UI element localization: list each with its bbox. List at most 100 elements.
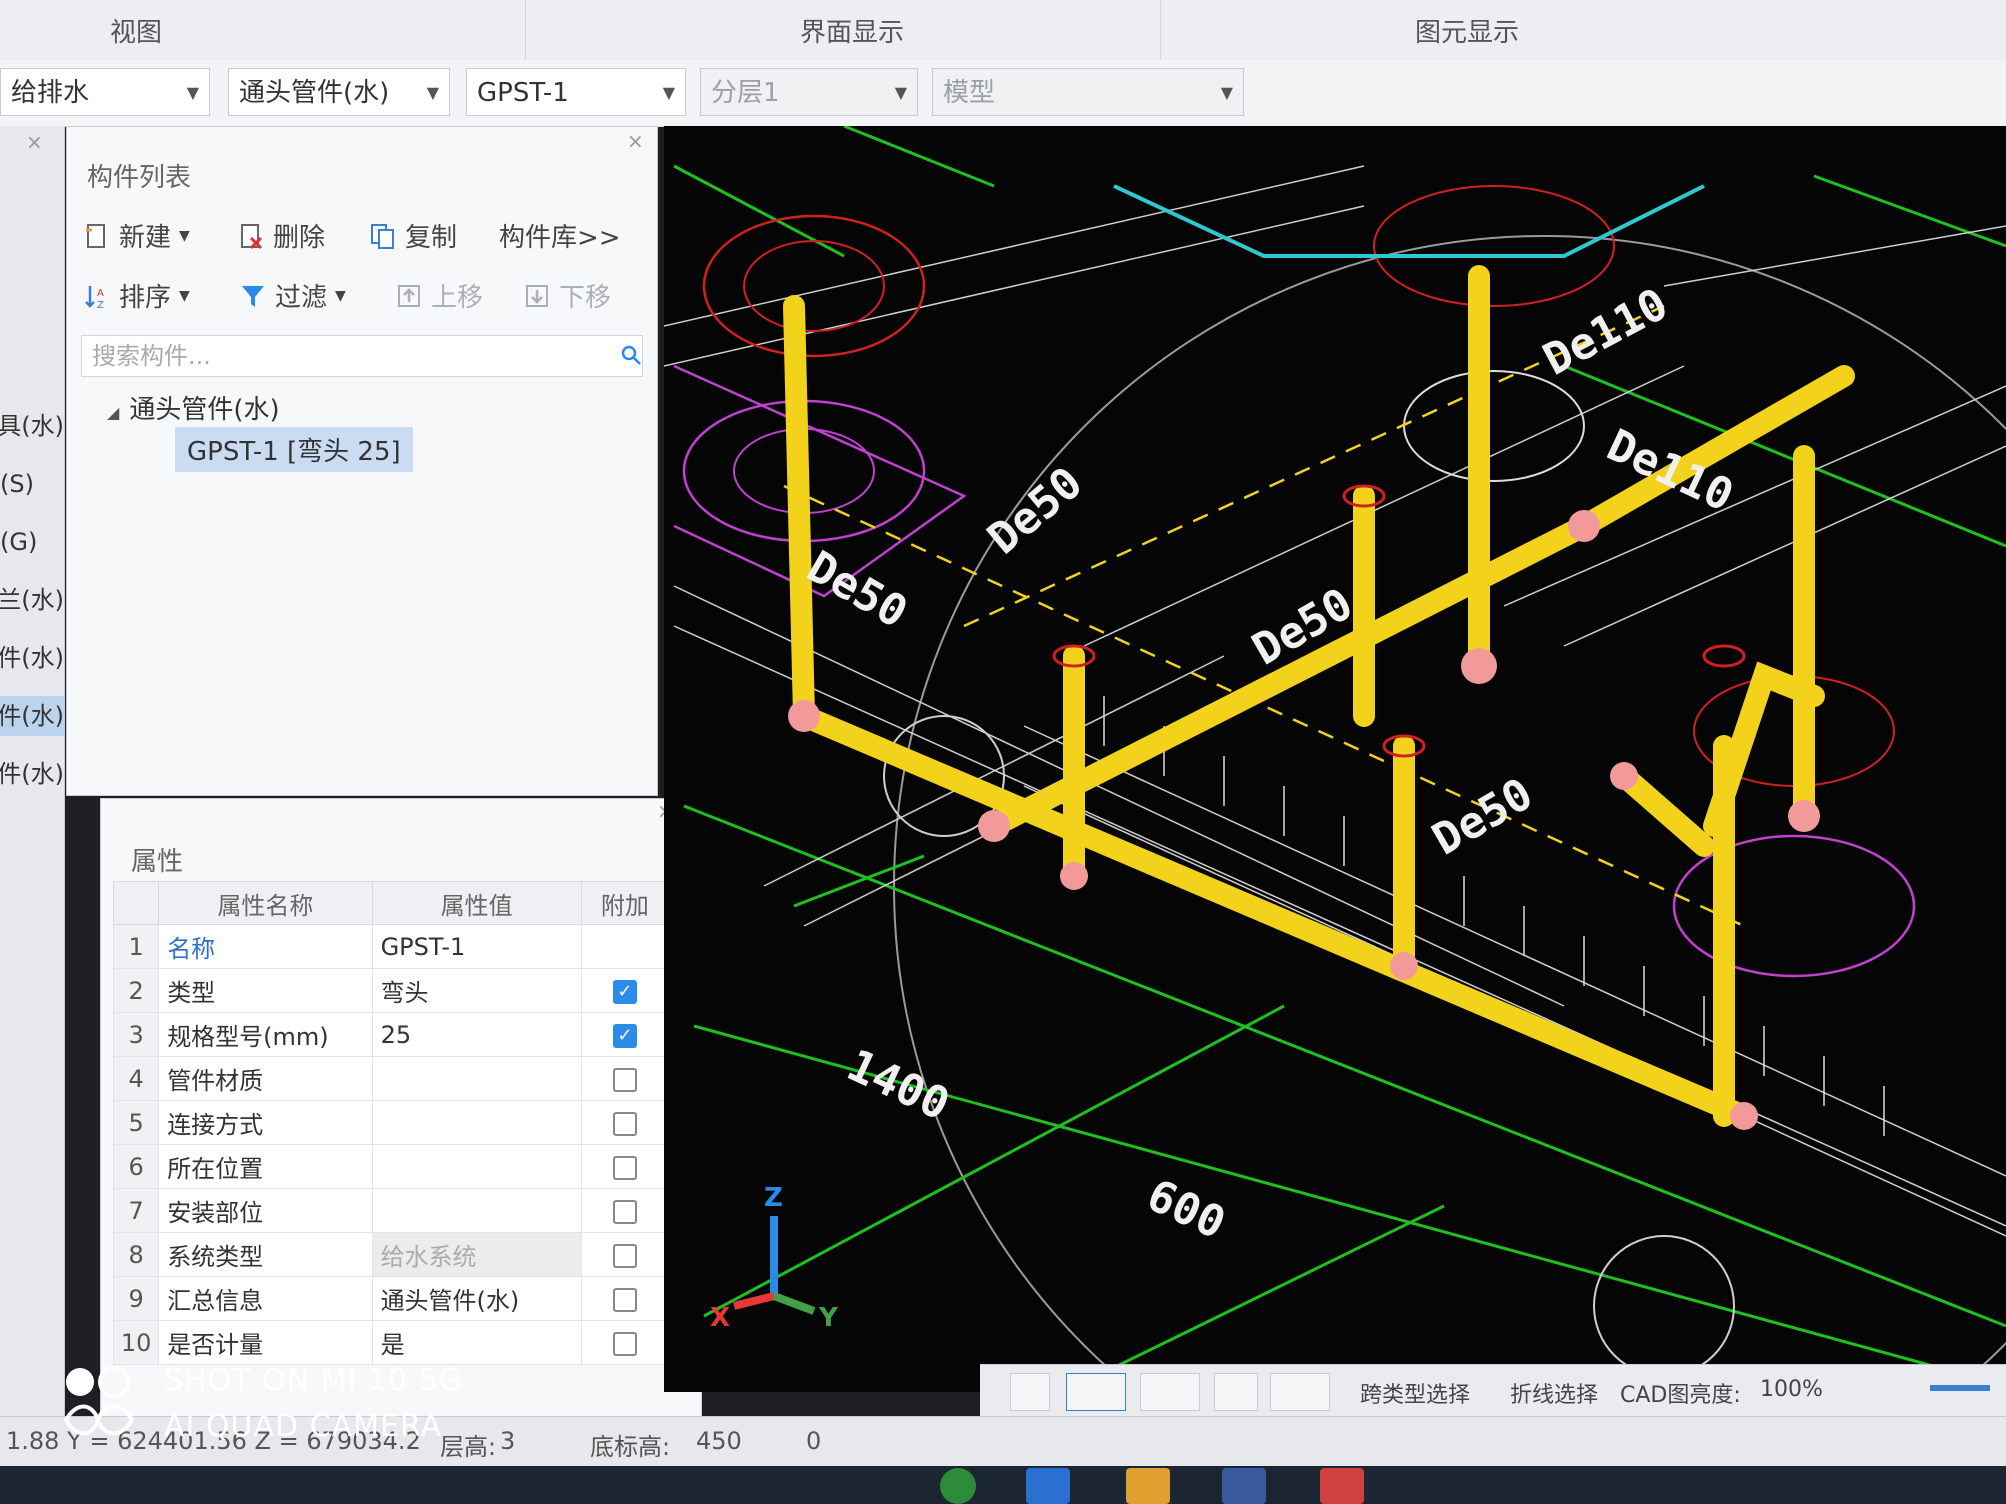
- strip-item[interactable]: 附件(水): [0, 638, 64, 678]
- cad-3d-viewport[interactable]: De50 De50 De50 De50 De110 De110 1400 600…: [664, 126, 2006, 1392]
- system-combo-value: 给排水: [11, 78, 90, 108]
- extra-cell: [580, 1100, 670, 1145]
- extra-cell: [580, 1144, 670, 1189]
- search-input[interactable]: 搜索构件...: [81, 335, 643, 377]
- file-manager-icon[interactable]: [1126, 1468, 1170, 1504]
- move-up-button[interactable]: 上移: [395, 277, 483, 314]
- table-row[interactable]: 1 名称 GPST-1: [112, 924, 670, 969]
- axis-label-x: X: [710, 1303, 730, 1333]
- property-value[interactable]: 弯头: [371, 968, 582, 1013]
- close-icon[interactable]: ×: [26, 130, 43, 154]
- checkbox[interactable]: [612, 1111, 637, 1136]
- magenta-circle: [1672, 834, 1916, 978]
- ribbon-tab-view[interactable]: 视图: [110, 12, 162, 49]
- ribbon-separator: [525, 0, 526, 60]
- cad-app-icon[interactable]: [1222, 1468, 1266, 1504]
- table-row[interactable]: 6 所在位置: [112, 1144, 670, 1189]
- property-value: 给水系统: [371, 1232, 582, 1277]
- property-name: 类型: [158, 968, 373, 1013]
- strip-item-selected[interactable]: 管件(水): [0, 696, 64, 736]
- base-elevation-value: 450: [696, 1427, 742, 1455]
- copy-button[interactable]: 复制: [369, 217, 457, 254]
- property-value[interactable]: [371, 1056, 582, 1101]
- property-value[interactable]: 通头管件(水): [371, 1276, 582, 1321]
- gts-app-icon[interactable]: [1320, 1468, 1364, 1504]
- checkbox[interactable]: [612, 1067, 637, 1092]
- checkbox[interactable]: [612, 1243, 637, 1268]
- checkbox[interactable]: [612, 1199, 637, 1224]
- new-file-icon: [86, 223, 105, 248]
- table-row[interactable]: 4 管件材质: [112, 1056, 670, 1101]
- extra-cell: ✓: [580, 968, 670, 1013]
- table-row[interactable]: 9 汇总信息 通头管件(水): [112, 1276, 670, 1321]
- brightness-slider[interactable]: [1930, 1385, 1990, 1391]
- table-header-name: 属性名称: [158, 881, 373, 925]
- cross-type-select-button[interactable]: 跨类型选择: [1360, 1377, 1470, 1409]
- mode-combo[interactable]: 模型 ▼: [932, 68, 1244, 116]
- copy-icon: [371, 223, 394, 249]
- checkbox[interactable]: [612, 1155, 637, 1180]
- cross-select-button[interactable]: [1214, 1373, 1258, 1411]
- checkbox-checked[interactable]: ✓: [612, 1023, 637, 1048]
- tree-node-parent[interactable]: ◢ 通头管件(水): [107, 389, 280, 426]
- strip-item[interactable]: (G): [0, 522, 64, 562]
- checkbox-checked[interactable]: ✓: [612, 979, 637, 1004]
- delete-icon: [241, 223, 263, 249]
- delete-button[interactable]: 删除: [237, 217, 325, 254]
- component-combo[interactable]: GPST-1 ▼: [466, 68, 686, 116]
- tree-node-selected[interactable]: GPST-1 [弯头 25]: [175, 427, 413, 472]
- type-combo[interactable]: 通头管件(水) ▼: [228, 68, 450, 116]
- red-circle: [702, 214, 926, 358]
- extra-cell: [580, 1056, 670, 1101]
- table-row[interactable]: 8 系统类型 给水系统: [112, 1232, 670, 1277]
- move-up-button-label: 上移: [431, 283, 484, 313]
- pipe-label: De50: [978, 457, 1092, 564]
- table-row[interactable]: 7 安装部位: [112, 1188, 670, 1233]
- sort-button[interactable]: AZ 排序 ▼: [83, 277, 190, 314]
- extra-cell: [580, 1276, 670, 1321]
- property-value[interactable]: [371, 1144, 582, 1189]
- orthogonal-button[interactable]: [1010, 1373, 1050, 1411]
- app-a-icon[interactable]: [1026, 1468, 1070, 1504]
- table-row[interactable]: 3 规格型号(mm) 25 ✓: [112, 1012, 670, 1057]
- layer-combo[interactable]: 分层1 ▼: [700, 68, 918, 116]
- search-icon[interactable]: [619, 343, 643, 367]
- close-icon[interactable]: ×: [627, 129, 644, 153]
- strip-item[interactable]: 兰(水): [0, 580, 64, 620]
- polyline-select-button[interactable]: 折线选择: [1510, 1377, 1598, 1409]
- strip-item[interactable]: 构件(水): [0, 754, 64, 794]
- combo-toolbar: 给排水 ▼ 通头管件(水) ▼ GPST-1 ▼ 分层1 ▼ 模型 ▼: [0, 60, 2006, 127]
- angle-select-button[interactable]: [1270, 1373, 1330, 1411]
- strip-item[interactable]: 具(水): [0, 406, 64, 446]
- library-button[interactable]: 构件库>>: [499, 217, 621, 254]
- system-combo[interactable]: 给排水 ▼: [0, 68, 210, 116]
- property-value[interactable]: [371, 1188, 582, 1233]
- new-button[interactable]: 新建 ▼: [83, 217, 190, 254]
- move-down-button[interactable]: 下移: [523, 277, 611, 314]
- checkbox[interactable]: [612, 1331, 637, 1356]
- mode-combo-value: 模型: [943, 78, 996, 108]
- strip-item[interactable]: (S): [0, 464, 64, 504]
- box-select-button[interactable]: [1066, 1373, 1126, 1411]
- table-header-extra: 附加: [580, 881, 670, 925]
- row-index: 9: [112, 1276, 160, 1321]
- filter-button[interactable]: 过滤 ▼: [239, 277, 346, 314]
- expand-triangle-icon[interactable]: ◢: [107, 403, 119, 422]
- point-select-button[interactable]: [1140, 1373, 1200, 1411]
- floor-height-value: 3: [500, 1427, 516, 1455]
- row-index: 6: [112, 1144, 160, 1189]
- ribbon: 视图 界面显示 图元显示: [0, 0, 2006, 61]
- layer-combo-value: 分层1: [711, 78, 780, 108]
- property-value[interactable]: 25: [371, 1012, 582, 1057]
- property-name: 名称: [158, 924, 373, 969]
- property-value[interactable]: GPST-1: [371, 924, 582, 969]
- windows-taskbar: [0, 1466, 2006, 1504]
- svg-text:Z: Z: [97, 300, 104, 310]
- table-row[interactable]: 5 连接方式: [112, 1100, 670, 1145]
- table-row[interactable]: 2 类型 弯头 ✓: [112, 968, 670, 1013]
- checkbox[interactable]: [612, 1287, 637, 1312]
- chevron-down-icon: ▼: [1220, 83, 1233, 102]
- chevron-down-icon: ▼: [179, 287, 190, 304]
- browser-icon[interactable]: [940, 1468, 976, 1504]
- property-value[interactable]: [371, 1100, 582, 1145]
